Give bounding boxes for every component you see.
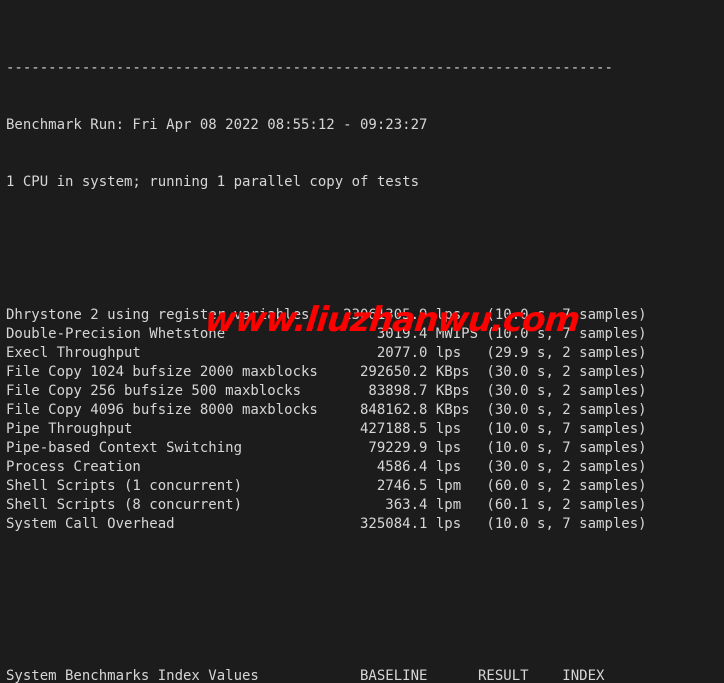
result-row: File Copy 256 bufsize 500 maxblocks 8389… [6, 383, 647, 399]
result-row: Pipe-based Context Switching 79229.9 lps… [6, 440, 647, 456]
benchmark-results-block: Dhrystone 2 using register variables 230… [6, 306, 724, 534]
terminal-window[interactable]: ----------------------------------------… [0, 0, 724, 683]
result-row: Shell Scripts (1 concurrent) 2746.5 lpm … [6, 478, 647, 494]
result-row: Double-Precision Whetstone 3019.4 MWIPS … [6, 326, 647, 342]
result-row: File Copy 4096 bufsize 8000 maxblocks 84… [6, 402, 647, 418]
result-row: Execl Throughput 2077.0 lps (29.9 s, 2 s… [6, 345, 647, 361]
index-table-header: System Benchmarks Index Values BASELINE … [6, 668, 605, 683]
result-row: Process Creation 4586.4 lps (30.0 s, 2 s… [6, 459, 647, 475]
result-row: Dhrystone 2 using register variables 230… [6, 307, 647, 323]
benchmark-run-line: Benchmark Run: Fri Apr 08 2022 08:55:12 … [6, 117, 428, 133]
cpu-info-line: 1 CPU in system; running 1 parallel copy… [6, 174, 420, 190]
result-row: System Call Overhead 325084.1 lps (10.0 … [6, 516, 647, 532]
result-row: File Copy 1024 bufsize 2000 maxblocks 29… [6, 364, 647, 380]
result-row: Pipe Throughput 427188.5 lps (10.0 s, 7 … [6, 421, 647, 437]
terminal-output: ----------------------------------------… [0, 0, 724, 683]
index-values-block: System Benchmarks Index Values BASELINE … [6, 667, 724, 683]
result-row: Shell Scripts (8 concurrent) 363.4 lpm (… [6, 497, 647, 513]
top-separator-line: ----------------------------------------… [6, 60, 613, 76]
